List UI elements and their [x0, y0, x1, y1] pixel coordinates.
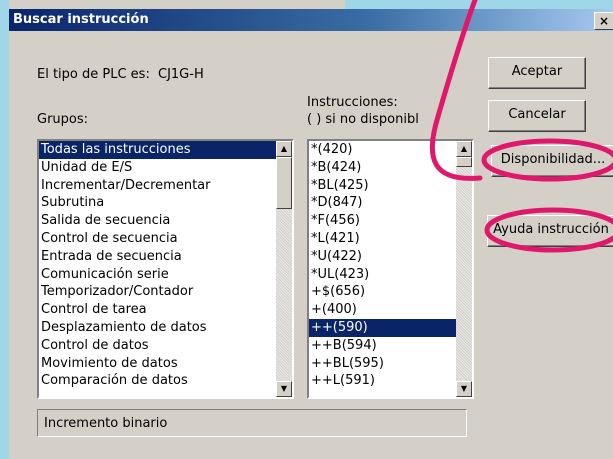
annotation-arrow: [429, 0, 483, 181]
help-highlight: [484, 207, 613, 253]
annotation-overlay: [429, 0, 613, 253]
availability-highlight: [481, 138, 613, 182]
